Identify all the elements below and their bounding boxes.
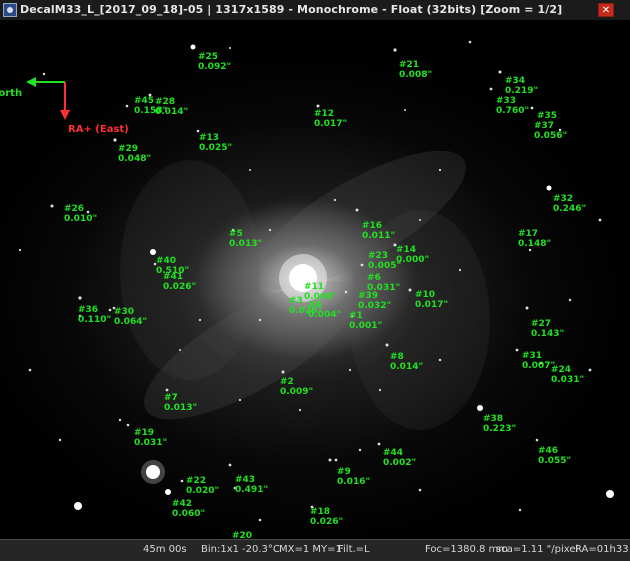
north-arrowhead-icon: [26, 77, 36, 87]
star-label[interactable]: #44 0.002": [383, 448, 416, 468]
status-bar: 45m 00s Bin:1x1 -20.3°C MX=1 MY=1 Filt.=…: [0, 539, 630, 561]
star-label[interactable]: #18 0.026": [310, 507, 343, 527]
star-label[interactable]: #19 0.031": [134, 428, 167, 448]
star-label[interactable]: #46 0.055": [538, 446, 571, 466]
star-label[interactable]: #32 0.246": [553, 194, 586, 214]
star-label[interactable]: #16 0.011": [362, 221, 395, 241]
star-label[interactable]: #35: [537, 111, 557, 121]
star-label[interactable]: #9 0.016": [337, 467, 370, 487]
star-label[interactable]: #27 0.143": [531, 319, 564, 339]
star-label[interactable]: #37 0.056": [534, 121, 567, 141]
star-label[interactable]: #22 0.020": [186, 476, 219, 496]
close-button[interactable]: ✕: [598, 3, 614, 17]
star-field: [18, 40, 614, 522]
star-label[interactable]: #25 0.092": [198, 52, 231, 72]
star-label[interactable]: #8 0.014": [390, 352, 423, 372]
astro-image[interactable]: North RA+ (East) #250.092" #210.008" #34…: [0, 20, 630, 539]
status-ra: RA=01h33: [575, 544, 629, 555]
star-label[interactable]: #28 0.014": [155, 97, 188, 117]
title-bar[interactable]: DecalM33_L_[2017_09_18]-05 | 1317x1589 -…: [0, 0, 630, 21]
star-label[interactable]: #13 0.025": [199, 133, 232, 153]
status-binning: Bin:1x1: [201, 544, 239, 555]
window-title: DecalM33_L_[2017_09_18]-05 | 1317x1589 -…: [20, 3, 563, 16]
status-scale: sca=1.11 "/pixel: [496, 544, 579, 555]
star-label[interactable]: #43 0.491": [235, 475, 268, 495]
star-label[interactable]: #21 0.008": [399, 60, 432, 80]
star-label[interactable]: #7 0.013": [164, 393, 197, 413]
star-label[interactable]: #5 0.013": [229, 229, 262, 249]
star-label[interactable]: #42 0.060": [172, 499, 205, 519]
north-label: North: [0, 88, 23, 99]
star-label[interactable]: #20: [232, 531, 252, 539]
status-mx-my: MX=1 MY=1: [279, 544, 342, 555]
star-label[interactable]: #29 0.048": [118, 144, 151, 164]
star-label[interactable]: #12 0.017": [314, 109, 347, 129]
status-filter: Filt.=L: [338, 544, 370, 555]
star-label[interactable]: #2 0.009": [280, 377, 313, 397]
star-label[interactable]: #23 0.005": [368, 251, 401, 271]
image-window: DecalM33_L_[2017_09_18]-05 | 1317x1589 -…: [0, 0, 630, 561]
star-label[interactable]: #36 0.110": [78, 305, 111, 325]
star-label[interactable]: #1 0.001": [349, 311, 382, 331]
star-label[interactable]: #38 0.223": [483, 414, 516, 434]
star-label[interactable]: #33 0.760": [496, 96, 529, 116]
status-temperature: -20.3°C: [242, 544, 280, 555]
status-exposure: 45m 00s: [143, 544, 187, 555]
app-icon: [3, 3, 17, 17]
east-arrowhead-icon: [60, 110, 70, 120]
star-label[interactable]: #39 0.032": [358, 291, 391, 311]
star-label[interactable]: #4 0.004": [308, 300, 341, 320]
star-label[interactable]: #10 0.017": [415, 290, 448, 310]
star-label[interactable]: #17 0.148": [518, 229, 551, 249]
star-label[interactable]: #6 0.031": [367, 273, 400, 293]
east-label: RA+ (East): [68, 124, 129, 135]
star-label[interactable]: #30 0.064": [114, 307, 147, 327]
star-label[interactable]: #26 0.010": [64, 204, 97, 224]
star-label[interactable]: #34 0.219": [505, 76, 538, 96]
star-label[interactable]: #41 0.026": [163, 272, 196, 292]
star-label[interactable]: #24 0.031": [551, 365, 584, 385]
